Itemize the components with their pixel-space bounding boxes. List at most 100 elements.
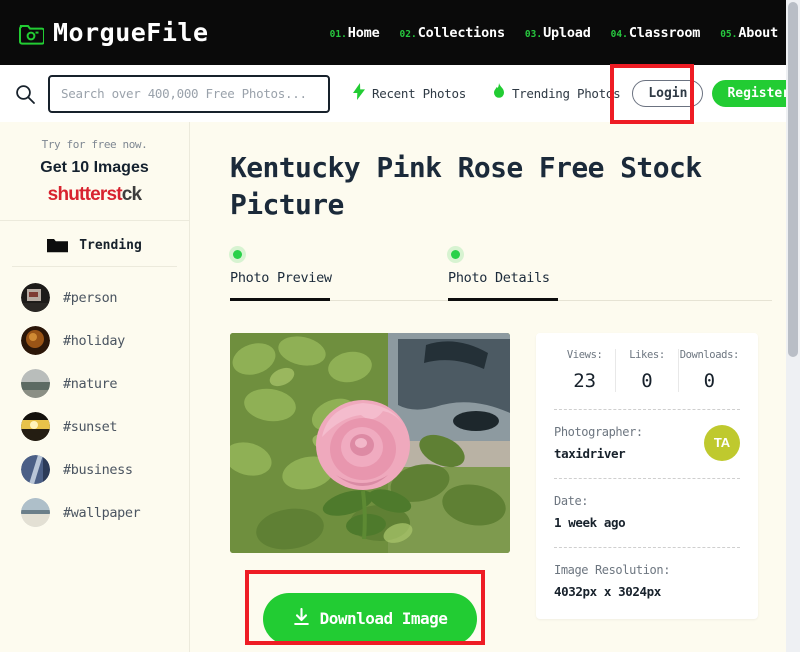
photo-preview-image[interactable] <box>230 332 510 553</box>
login-button[interactable]: Login <box>632 80 704 107</box>
tag-label: #holiday <box>63 332 125 349</box>
nav-item-about[interactable]: 05. About <box>720 25 778 41</box>
date-label: Date: <box>554 493 589 508</box>
tag-thumbnail <box>21 283 50 312</box>
ad-subtitle: Try for free now. <box>41 138 148 151</box>
page-content: Try for free now. Get 10 Images shutters… <box>0 122 800 652</box>
nav-number: 05. <box>720 28 738 40</box>
divider <box>554 408 740 410</box>
tab-status-dot <box>233 249 242 259</box>
folder-icon <box>47 237 69 253</box>
list-item[interactable]: #nature <box>21 369 189 398</box>
shutterstock-logo: shutterstck <box>10 184 179 206</box>
stat-likes: Likes: 0 <box>615 348 677 392</box>
shutterstock-ad[interactable]: Try for free now. Get 10 Images shutters… <box>0 122 189 221</box>
tag-thumbnail <box>21 498 50 527</box>
nav-item-upload[interactable]: 03. Upload <box>525 25 591 41</box>
stat-label: Likes: <box>629 348 665 361</box>
stat-value: 23 <box>573 369 597 392</box>
search-toolbar: Search over 400,000 Free Photos... Recen… <box>0 65 800 122</box>
photo-panels: Download Image Views: 23 Likes: 0 Downlo… <box>230 332 772 645</box>
resolution-label: Image Resolution: <box>554 562 671 577</box>
tag-thumbnail <box>21 369 50 398</box>
search-icon[interactable] <box>14 83 36 105</box>
ad-headline: Get 10 Images <box>40 159 149 176</box>
nav-label: Home <box>347 24 380 41</box>
stat-views: Views: 23 <box>554 349 615 392</box>
tag-label: #sunset <box>63 418 118 435</box>
trending-tag-list: #person #holiday #nature #sunset #busine… <box>0 267 189 527</box>
photo-preview-panel: Download Image <box>230 332 510 645</box>
trending-photos-label: Trending Photos <box>511 86 621 101</box>
nav-number: 02. <box>399 28 417 40</box>
tab-photo-preview[interactable]: Photo Preview <box>230 249 448 301</box>
search-input[interactable]: Search over 400,000 Free Photos... <box>48 74 330 113</box>
tag-thumbnail <box>21 326 50 355</box>
brand-name: MorgueFile <box>53 18 209 47</box>
page-scrollbar-track[interactable] <box>786 0 800 652</box>
photographer-row: Photographer: taxidriver TA <box>554 424 740 461</box>
photo-details-panel: Views: 23 Likes: 0 Downloads: 0 Photogra… <box>536 332 758 619</box>
tab-status-dot <box>451 249 460 259</box>
page-title: Kentucky Pink Rose Free Stock Picture <box>230 151 702 221</box>
list-item[interactable]: #holiday <box>21 326 189 355</box>
nav-number: 01. <box>329 28 347 40</box>
top-navigation-bar: MorgueFile 01. Home 02. Collections 03. … <box>0 0 800 65</box>
date-row: Date: 1 week ago <box>554 494 740 530</box>
nav-label: About <box>738 24 778 41</box>
nav-label: Upload <box>543 24 591 41</box>
stat-value: 0 <box>703 369 716 392</box>
download-button-label: Download Image <box>319 609 448 629</box>
tab-photo-details[interactable]: Photo Details <box>448 249 666 301</box>
photographer-info: Photographer: taxidriver <box>554 425 704 461</box>
page-scrollbar-thumb[interactable] <box>788 2 798 357</box>
tag-thumbnail <box>21 455 50 484</box>
list-item[interactable]: #wallpaper <box>21 498 189 527</box>
stat-downloads: Downloads: 0 <box>677 348 740 392</box>
nav-number: 04. <box>610 28 628 40</box>
lightning-icon <box>352 83 366 104</box>
sidebar: Try for free now. Get 10 Images shutters… <box>0 122 190 652</box>
nav-number: 03. <box>524 28 543 40</box>
shutterstock-logo-dark: ck <box>121 184 142 205</box>
stat-label: Downloads: <box>679 348 740 361</box>
auth-buttons: Login Register <box>632 80 800 107</box>
nav-item-collections[interactable]: 02. Collections <box>399 25 506 41</box>
list-item[interactable]: #sunset <box>21 412 189 441</box>
nav-item-home[interactable]: 01. Home <box>330 25 380 41</box>
download-icon <box>293 607 310 630</box>
flame-icon <box>492 83 506 104</box>
resolution-value: 4032px x 3024px <box>554 583 661 599</box>
photo-tabs: Photo Preview Photo Details <box>230 249 772 301</box>
tab-label: Photo Details <box>448 269 550 286</box>
stat-label: Views: <box>566 348 603 361</box>
photographer-label: Photographer: <box>554 424 643 439</box>
tag-label: #wallpaper <box>63 504 141 521</box>
divider <box>554 546 740 548</box>
tab-underline <box>448 297 558 301</box>
download-button-wrapper: Download Image <box>230 592 510 645</box>
search-placeholder: Search over 400,000 Free Photos... <box>61 86 307 101</box>
stat-value: 0 <box>641 369 653 392</box>
divider <box>554 477 740 479</box>
tag-thumbnail <box>21 412 50 441</box>
download-image-button[interactable]: Download Image <box>262 592 478 645</box>
trending-section-header: Trending <box>12 221 177 267</box>
brand-logo[interactable]: MorgueFile <box>18 18 209 47</box>
avatar[interactable]: TA <box>704 424 740 461</box>
recent-photos-link[interactable]: Recent Photos <box>352 83 466 104</box>
photo-stats: Views: 23 Likes: 0 Downloads: 0 <box>554 348 740 392</box>
tag-label: #nature <box>63 375 118 392</box>
date-value: 1 week ago <box>554 514 626 530</box>
list-item[interactable]: #person <box>21 283 189 312</box>
trending-section-label: Trending <box>79 237 142 253</box>
shutterstock-logo-red: shutterst <box>47 184 123 205</box>
list-item[interactable]: #business <box>21 455 189 484</box>
photographer-name[interactable]: taxidriver <box>554 446 704 461</box>
tag-label: #business <box>63 461 133 478</box>
recent-photos-label: Recent Photos <box>372 86 466 101</box>
resolution-row: Image Resolution: 4032px x 3024px <box>554 563 740 599</box>
trending-photos-link[interactable]: Trending Photos <box>492 83 621 104</box>
main-nav: 01. Home 02. Collections 03. Upload 04. … <box>330 25 779 41</box>
nav-item-classroom[interactable]: 04. Classroom <box>611 25 701 41</box>
